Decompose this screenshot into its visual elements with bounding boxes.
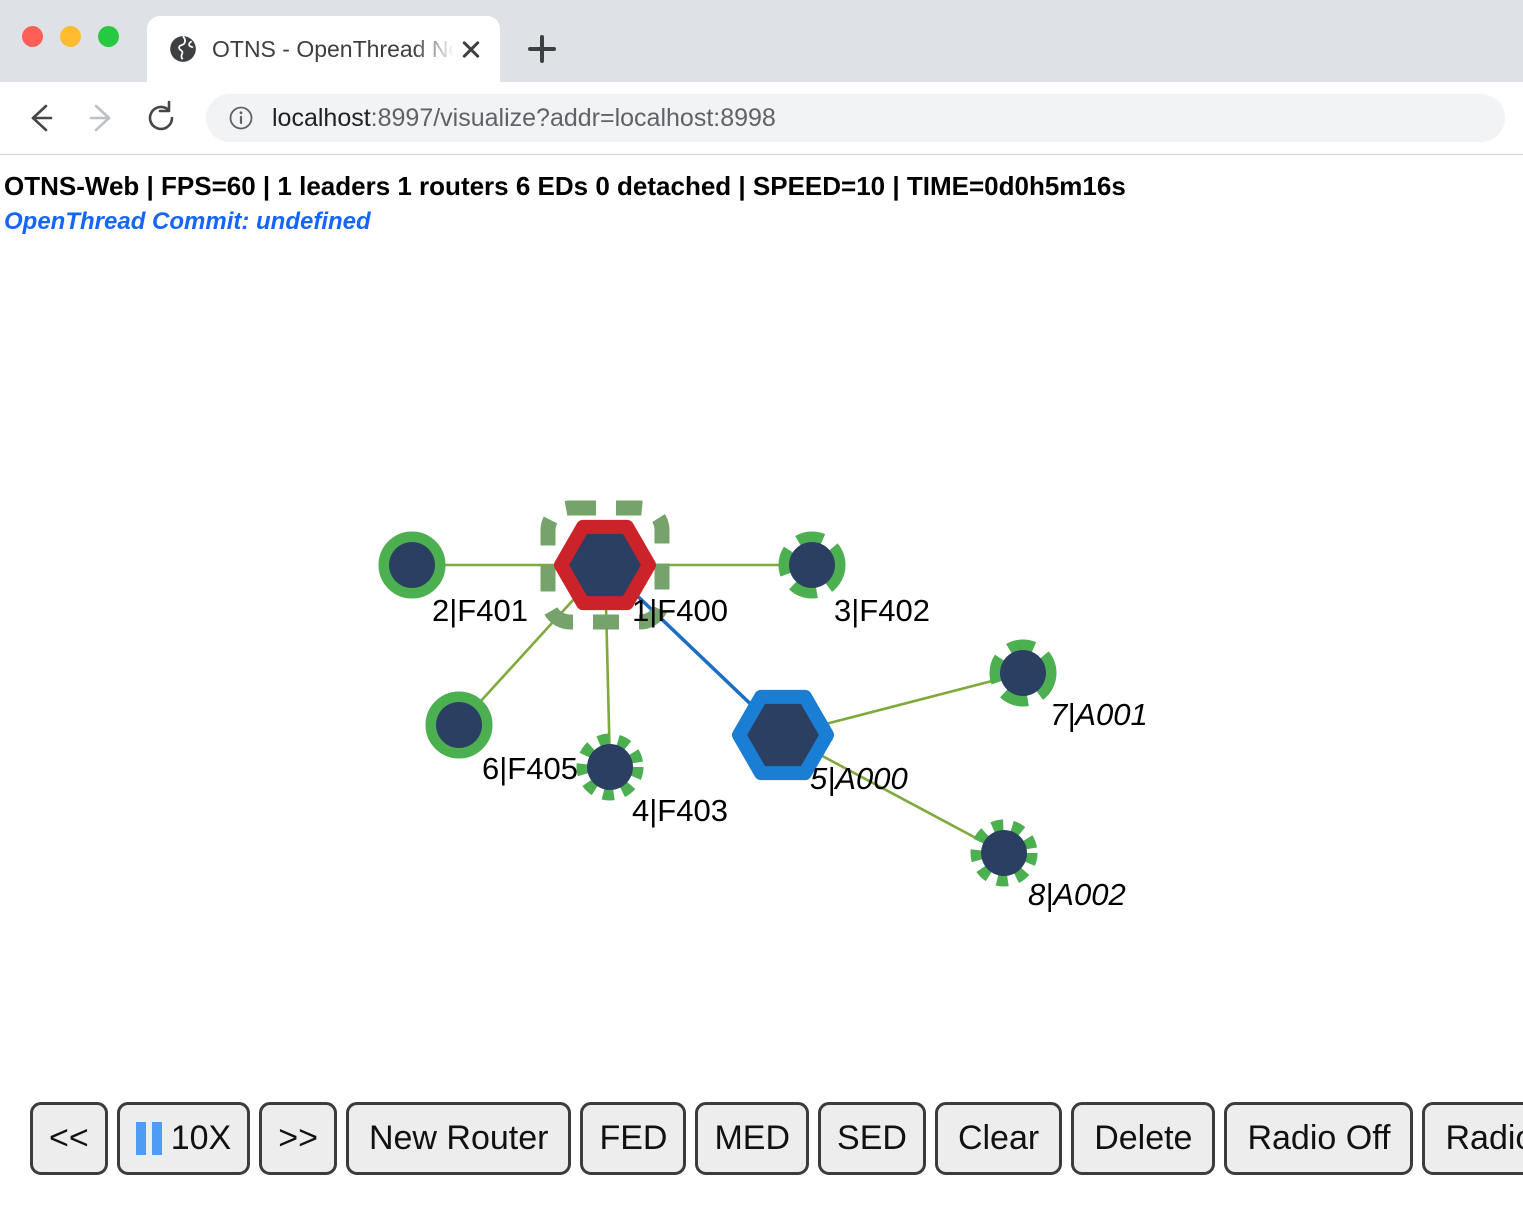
close-icon[interactable] <box>456 34 486 64</box>
pause-speed-label: 10X <box>170 1118 232 1157</box>
tab-title: OTNS - OpenThread Network S <box>212 35 452 62</box>
node-8[interactable] <box>970 819 1038 887</box>
globe-icon <box>169 35 197 63</box>
node-label-7: 7|A001 <box>1050 697 1148 732</box>
node-shape-circle <box>436 702 482 748</box>
step-forward-label: >> <box>278 1118 318 1157</box>
browser-window: OTNS - OpenThread Network S <box>0 0 1523 1226</box>
window-maximize-button[interactable] <box>98 26 119 47</box>
clear-button[interactable]: Clear <box>934 1101 1063 1175</box>
new-med-label: MED <box>714 1118 791 1157</box>
clear-label: Clear <box>957 1118 1040 1157</box>
new-sed-label: SED <box>837 1118 907 1157</box>
node-shape-circle <box>1000 650 1046 696</box>
new-med-button[interactable]: MED <box>695 1101 810 1175</box>
node-label-6: 6|F405 <box>482 751 578 786</box>
pause-speed-button[interactable]: 10X <box>116 1101 251 1175</box>
window-close-button[interactable] <box>22 26 43 47</box>
radio-off-label: Radio Off <box>1247 1118 1391 1157</box>
delete-label: Delete <box>1094 1118 1193 1157</box>
node-label-1: 1|F400 <box>632 593 728 628</box>
node-label-3: 3|F402 <box>834 593 930 628</box>
node-label-8: 8|A002 <box>1028 877 1126 912</box>
browser-tab[interactable]: OTNS - OpenThread Network S <box>147 16 500 82</box>
arrow-right-icon[interactable] <box>78 95 124 141</box>
step-back-label: << <box>49 1118 89 1157</box>
node-shape-circle <box>389 542 435 588</box>
new-router-button[interactable]: New Router <box>345 1101 572 1175</box>
radio-on-label: Radio On <box>1445 1118 1523 1157</box>
node-label-2: 2|F401 <box>432 593 528 628</box>
radio-on-button[interactable]: Radio On <box>1422 1101 1523 1175</box>
pause-icon <box>135 1121 162 1155</box>
new-sed-button[interactable]: SED <box>818 1101 926 1175</box>
node-7[interactable] <box>989 639 1057 707</box>
node-6[interactable] <box>425 691 493 759</box>
node-2[interactable] <box>378 531 446 599</box>
network-visualization[interactable]: 1|F400 2|F401 3|F402 4|F403 5|A000 6|F405 7|A0… <box>0 155 1523 1226</box>
new-router-label: New Router <box>368 1118 549 1157</box>
node-3[interactable] <box>778 531 846 599</box>
arrow-left-icon[interactable] <box>18 95 64 141</box>
node-shape-circle <box>981 830 1027 876</box>
reload-icon[interactable] <box>138 95 184 141</box>
browser-toolbar: localhost:8997/visualize?addr=localhost:… <box>0 82 1523 155</box>
node-label-4: 4|F403 <box>632 793 728 828</box>
plus-icon[interactable] <box>518 25 566 73</box>
step-forward-button[interactable]: >> <box>259 1101 337 1175</box>
tab-strip: OTNS - OpenThread Network S <box>0 0 1523 82</box>
radio-off-button[interactable]: Radio Off <box>1224 1101 1414 1175</box>
controls-toolbar: << 10X >> New Router FED MED SED Clear Delete Rad… <box>0 1080 1523 1226</box>
url-host: localhost <box>272 103 371 132</box>
node-shape-circle <box>587 744 633 790</box>
new-fed-button[interactable]: FED <box>580 1101 687 1175</box>
info-icon[interactable] <box>228 105 254 131</box>
node-4[interactable] <box>576 733 644 801</box>
url-text: localhost:8997/visualize?addr=localhost:… <box>272 104 776 133</box>
window-minimize-button[interactable] <box>60 26 81 47</box>
url-path: :8997/visualize?addr=localhost:8998 <box>370 103 776 132</box>
step-back-button[interactable]: << <box>30 1101 108 1175</box>
node-shape-hexagon <box>554 519 656 611</box>
delete-button[interactable]: Delete <box>1071 1101 1216 1175</box>
window-traffic-lights <box>22 26 119 47</box>
page-content: OTNS-Web | FPS=60 | 1 leaders 1 routers … <box>0 155 1523 1226</box>
node-label-5: 5|A000 <box>810 761 908 796</box>
new-fed-label: FED <box>599 1118 668 1157</box>
address-bar[interactable]: localhost:8997/visualize?addr=localhost:… <box>206 94 1505 142</box>
node-shape-circle <box>789 542 835 588</box>
